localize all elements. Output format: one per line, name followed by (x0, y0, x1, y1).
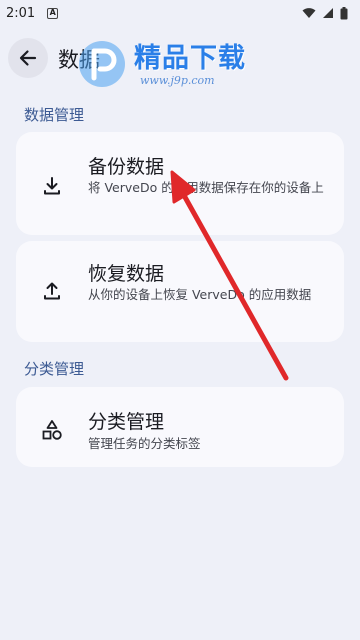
battery-icon (340, 6, 348, 19)
backup-data-description: 将 VerveDo 的应用数据保存在你的设备上 (88, 180, 324, 195)
back-button[interactable] (8, 38, 48, 78)
section-label-category-management: 分类管理 (24, 360, 85, 378)
restore-data-title: 恢复数据 (88, 263, 165, 285)
status-time: 2:01 (6, 5, 36, 21)
category-management-description: 管理任务的分类标签 (88, 436, 201, 451)
status-bar: 2:01 A (0, 0, 360, 26)
watermark-logo-icon (79, 41, 125, 87)
backup-data-title: 备份数据 (88, 156, 165, 178)
section-label-data-management: 数据管理 (24, 106, 85, 124)
wifi-icon (302, 8, 316, 18)
watermark: 精品下载 www.j9p.com (76, 32, 286, 92)
upload-icon (44, 282, 60, 300)
restore-data-card[interactable]: 恢复数据 从你的设备上恢复 VerveDo 的应用数据 (16, 241, 344, 342)
watermark-brand: 精品下载 (134, 43, 246, 74)
watermark-url: www.j9p.com (140, 74, 215, 87)
backup-data-card[interactable]: 备份数据 将 VerveDo 的应用数据保存在你的设备上 (16, 132, 344, 235)
download-icon (44, 177, 60, 195)
notification-a-icon: A (47, 7, 59, 19)
category-management-card[interactable]: 分类管理 管理任务的分类标签 (16, 387, 344, 467)
arrow-left-icon (19, 50, 37, 66)
signal-icon (323, 8, 333, 18)
shapes-icon (42, 420, 62, 440)
restore-data-description: 从你的设备上恢复 VerveDo 的应用数据 (88, 287, 312, 302)
status-icons (302, 6, 348, 20)
category-management-title: 分类管理 (88, 411, 165, 433)
